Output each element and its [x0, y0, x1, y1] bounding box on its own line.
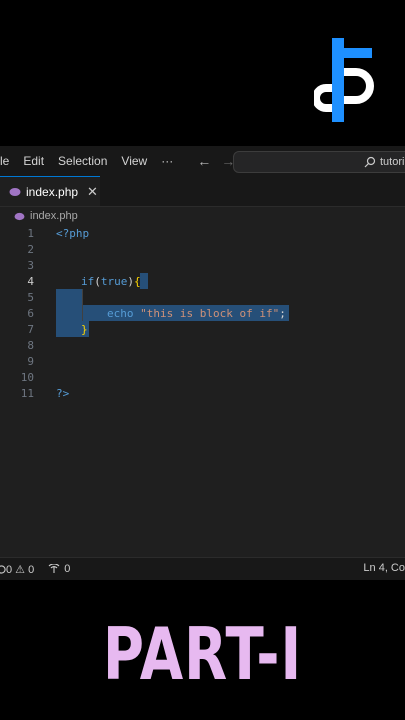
code-line: 4 if(true){	[0, 274, 405, 290]
menu-edit[interactable]: Edit	[23, 154, 44, 168]
ports-count[interactable]: 0	[64, 563, 70, 575]
line-number: 2	[27, 243, 34, 256]
php-elephant-icon	[14, 212, 25, 220]
line-number: 1	[27, 227, 34, 240]
ports-icon[interactable]	[48, 564, 60, 574]
tab-index-php[interactable]: index.php ✕	[0, 176, 100, 206]
php-close-tag: ?>	[56, 387, 70, 400]
code-line: 7 }	[0, 322, 405, 338]
php-elephant-icon	[9, 187, 21, 196]
breadcrumb: index.php	[0, 206, 78, 226]
php-open-tag: <?php	[56, 227, 90, 240]
search-text: tutori	[380, 156, 405, 168]
line-number: 7	[27, 323, 34, 336]
status-bar: 0 ⚠ 0 0 Ln 4, Co	[0, 557, 405, 580]
tab-label: index.php	[26, 184, 79, 199]
tab-bar: index.php ✕	[0, 176, 405, 207]
menu-view[interactable]: View	[121, 154, 147, 168]
line-number: 5	[27, 291, 34, 304]
breadcrumb-file[interactable]: index.php	[30, 210, 78, 222]
command-search-box[interactable]: tutori	[233, 151, 405, 173]
brand-logo-icon	[314, 38, 374, 122]
line-number: 4	[27, 275, 34, 288]
code-line: 10	[0, 370, 405, 386]
code-line: 2	[0, 242, 405, 258]
closing-brace: }	[81, 323, 88, 336]
code-line: 6 echo "this is block of if";	[0, 306, 405, 322]
video-title-overlay: PART-I	[102, 612, 303, 696]
code-editor-window: le Edit Selection View ··· ← → tutori in…	[0, 146, 405, 580]
menu-selection[interactable]: Selection	[58, 154, 107, 168]
line-number: 11	[20, 387, 34, 400]
code-line: 11 ?>	[0, 386, 405, 402]
back-arrow-icon[interactable]: ←	[197, 153, 211, 169]
code-line: 8	[0, 338, 405, 354]
code-line: 1 <?php	[0, 226, 405, 242]
menu-file[interactable]: le	[0, 154, 9, 168]
problems-count[interactable]: 0 ⚠ 0	[6, 563, 34, 576]
cursor-position[interactable]: Ln 4, Co	[363, 562, 405, 574]
line-number: 8	[27, 339, 34, 352]
menu-bar: le Edit Selection View ··· ← → tutori	[0, 146, 405, 176]
line-number: 3	[27, 259, 34, 272]
menu-more[interactable]: ···	[161, 154, 173, 168]
close-icon[interactable]: ✕	[87, 184, 98, 200]
code-line: 3	[0, 258, 405, 274]
line-number: 6	[27, 307, 34, 320]
code-line: 5	[0, 290, 405, 306]
line-number: 10	[20, 371, 34, 384]
code-area[interactable]: 1 <?php 2 3 4 if(true){ 5 6 echo "this i…	[0, 226, 405, 566]
echo-statement: echo "this is block of if";	[107, 307, 286, 320]
line-number: 9	[27, 355, 34, 368]
search-icon	[364, 156, 376, 168]
code-line: 9	[0, 354, 405, 370]
if-statement: if(true){	[81, 275, 141, 288]
